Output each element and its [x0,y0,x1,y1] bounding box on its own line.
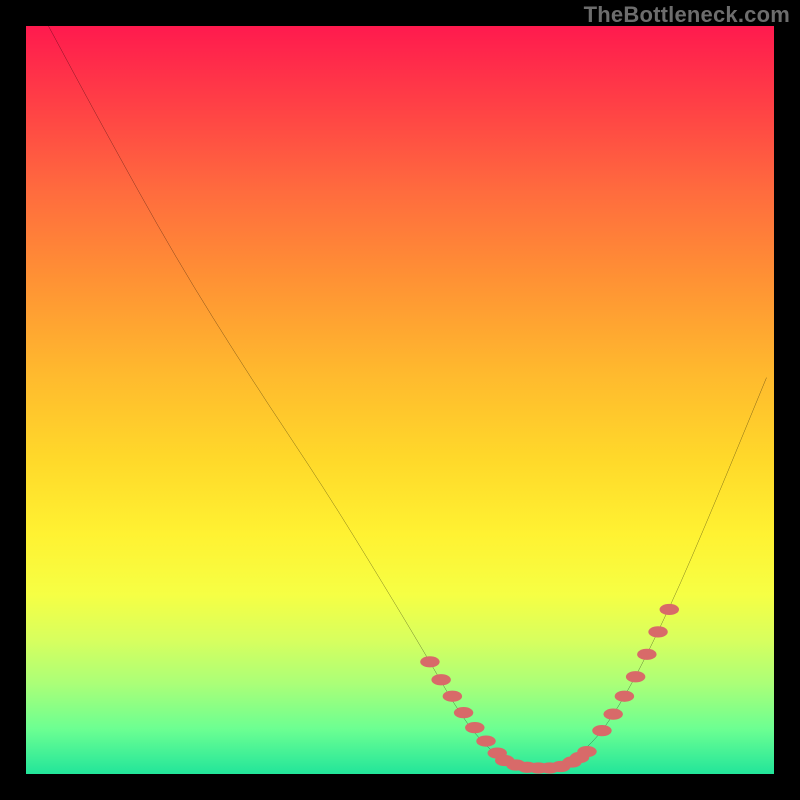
highlight-dot [465,722,484,733]
highlight-dot [454,707,473,718]
highlight-dot [660,604,679,615]
chart-frame: TheBottleneck.com [0,0,800,800]
highlight-dot [592,725,611,736]
bottleneck-curve-svg [26,26,774,774]
highlight-dot [443,691,462,702]
highlight-dot [615,691,634,702]
highlight-dots-group [420,604,679,774]
highlight-dot [648,626,667,637]
highlight-dot [626,671,645,682]
highlight-dot [476,735,495,746]
highlight-dot [637,649,656,660]
highlight-dot [431,674,450,685]
plot-area [26,26,774,774]
highlight-dot [420,656,439,667]
highlight-dot [577,746,596,757]
watermark-text: TheBottleneck.com [584,2,790,28]
bottleneck-curve-path [48,26,766,767]
highlight-dot [603,709,622,720]
